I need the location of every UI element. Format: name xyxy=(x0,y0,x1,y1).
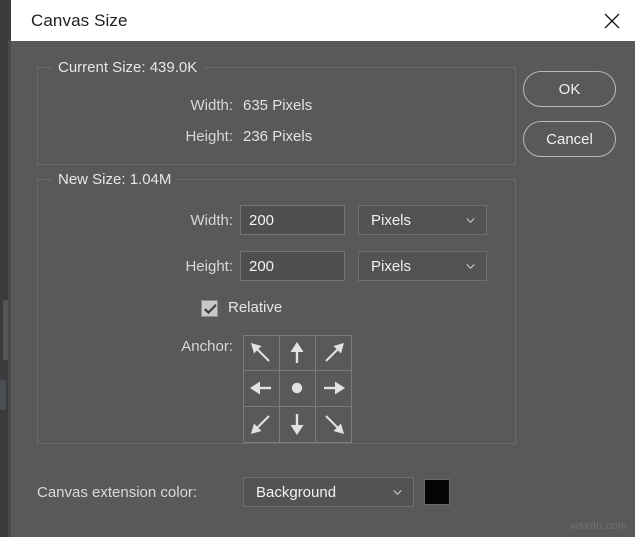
watermark: wsxdn.com xyxy=(570,520,627,532)
current-size-group xyxy=(37,67,516,165)
relative-label: Relative xyxy=(228,299,282,316)
canvas-extension-color-label: Canvas extension color: xyxy=(37,484,197,501)
arrow-down-right-icon xyxy=(321,411,347,437)
arrow-left-icon xyxy=(248,375,274,401)
anchor-middle-right[interactable] xyxy=(315,370,352,407)
dot-icon xyxy=(284,375,310,401)
background-window-strip xyxy=(0,0,8,537)
new-height-label: Height: xyxy=(33,258,233,275)
anchor-bottom-left[interactable] xyxy=(243,406,280,443)
arrow-up-icon xyxy=(284,340,310,366)
arrow-up-right-icon xyxy=(321,340,347,366)
app-root: Canvas Size Current Size: 439.0K Width: … xyxy=(0,0,635,537)
canvas-size-dialog: Canvas Size Current Size: 439.0K Width: … xyxy=(11,0,635,537)
chevron-down-icon xyxy=(466,218,475,223)
background-scrollbar-sliver xyxy=(3,300,8,360)
current-height-label: Height: xyxy=(33,128,233,145)
new-width-input[interactable] xyxy=(240,205,345,235)
arrow-right-icon xyxy=(321,375,347,401)
anchor-grid xyxy=(243,335,352,442)
new-width-unit-value: Pixels xyxy=(371,212,411,229)
arrow-down-left-icon xyxy=(248,411,274,437)
anchor-bottom-center[interactable] xyxy=(279,406,316,443)
new-height-unit-dropdown[interactable]: Pixels xyxy=(358,251,487,281)
close-icon[interactable] xyxy=(589,0,635,41)
chevron-down-icon xyxy=(466,264,475,269)
anchor-bottom-right[interactable] xyxy=(315,406,352,443)
canvas-extension-color-value: Background xyxy=(256,484,336,501)
arrow-up-left-icon xyxy=(248,340,274,366)
anchor-top-left[interactable] xyxy=(243,335,280,372)
dialog-body: Current Size: 439.0K Width: 635 Pixels H… xyxy=(11,41,635,537)
relative-checkbox[interactable] xyxy=(201,300,218,317)
anchor-middle-left[interactable] xyxy=(243,370,280,407)
new-width-unit-dropdown[interactable]: Pixels xyxy=(358,205,487,235)
anchor-top-right[interactable] xyxy=(315,335,352,372)
new-width-label: Width: xyxy=(33,212,233,229)
chevron-down-icon xyxy=(393,490,402,495)
close-glyph xyxy=(604,13,620,29)
new-height-input[interactable] xyxy=(240,251,345,281)
new-size-legend: New Size: 1.04M xyxy=(51,171,178,188)
dialog-title-bar: Canvas Size xyxy=(11,0,635,41)
arrow-down-icon xyxy=(284,411,310,437)
canvas-extension-color-dropdown[interactable]: Background xyxy=(243,477,414,507)
anchor-center[interactable] xyxy=(279,370,316,407)
current-height-value: 236 Pixels xyxy=(243,128,312,145)
checkmark-icon xyxy=(204,304,217,315)
current-width-value: 635 Pixels xyxy=(243,97,312,114)
current-size-legend: Current Size: 439.0K xyxy=(51,59,204,76)
background-accent-sliver xyxy=(0,380,6,410)
anchor-top-center[interactable] xyxy=(279,335,316,372)
canvas-extension-color-swatch[interactable] xyxy=(424,479,450,505)
cancel-button[interactable]: Cancel xyxy=(523,121,616,157)
new-height-unit-value: Pixels xyxy=(371,258,411,275)
dialog-title: Canvas Size xyxy=(31,11,128,31)
anchor-label: Anchor: xyxy=(33,338,233,355)
ok-button[interactable]: OK xyxy=(523,71,616,107)
current-width-label: Width: xyxy=(33,97,233,114)
